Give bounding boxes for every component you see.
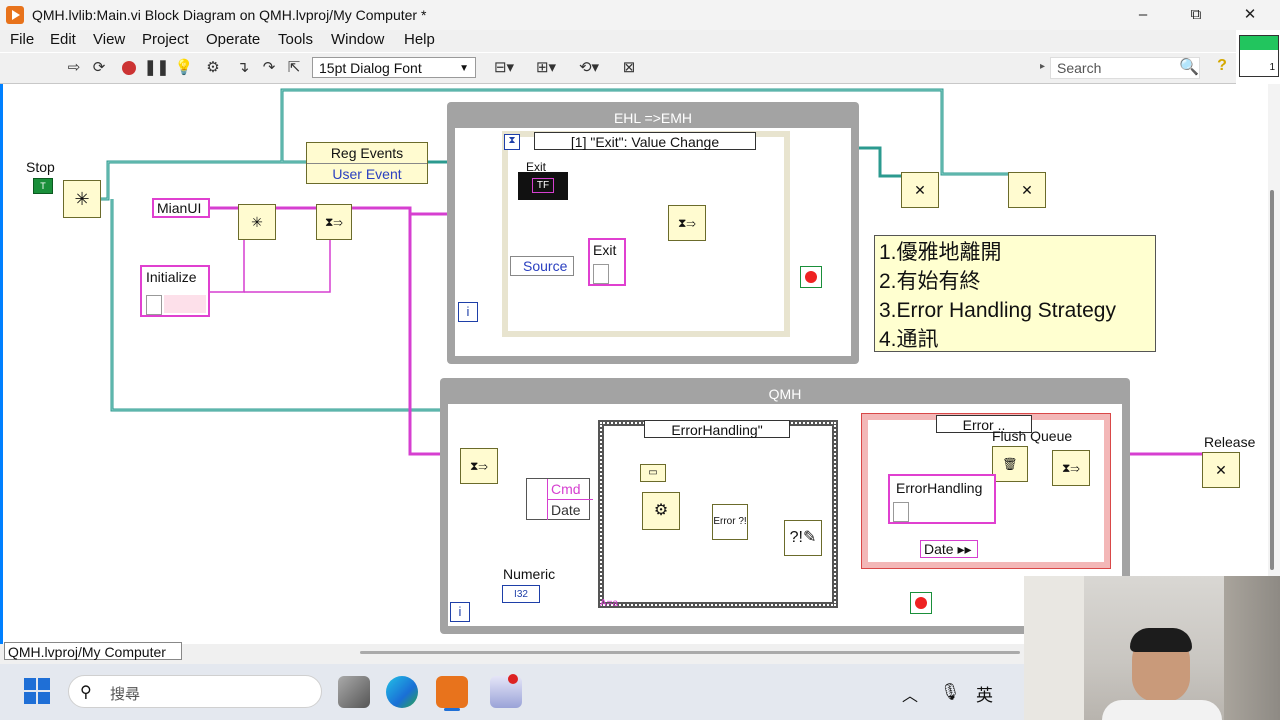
labview-taskbar-icon[interactable]	[436, 676, 468, 708]
menu-window[interactable]: Window	[331, 31, 384, 48]
stop-boolean-terminal[interactable]: T	[33, 178, 53, 194]
numeric-indicator[interactable]: I32	[502, 585, 540, 603]
window-title: QMH.lvlib:Main.vi Block Diagram on QMH.l…	[32, 7, 427, 23]
destroy-user-event-node[interactable]: ✕	[1008, 172, 1046, 208]
chevron-up-icon[interactable]: ︿	[902, 682, 918, 706]
stop-label: Stop	[26, 159, 55, 175]
step-out-icon[interactable]: ⇱	[284, 58, 304, 78]
simple-error-handler-node[interactable]: Error ?!	[712, 504, 748, 540]
menu-tools[interactable]: Tools	[278, 31, 313, 48]
clear-errors-node[interactable]: ?!✎	[784, 520, 822, 556]
note-line-3: 3.Error Handling Strategy	[879, 299, 1116, 322]
font-select[interactable]: 15pt Dialog Font ▼	[312, 57, 476, 78]
minimize-button[interactable]: –	[1120, 0, 1166, 30]
menu-view[interactable]: View	[93, 31, 125, 48]
menu-file[interactable]: File	[10, 31, 34, 48]
event-case-selector[interactable]: [1] "Exit": Value Change	[534, 132, 756, 150]
flush-queue-node[interactable]: 🗑	[992, 446, 1028, 482]
help-icon[interactable]: ?	[1212, 57, 1232, 79]
release-label: Release	[1204, 434, 1256, 450]
horizontal-scrollbar[interactable]	[360, 651, 1020, 654]
highlight-execution-icon[interactable]: 💡	[174, 58, 194, 78]
active-app-indicator	[444, 708, 460, 711]
enqueue-element-node[interactable]: ⧗⇒	[316, 204, 352, 240]
run-continuous-icon[interactable]: ⟳	[89, 58, 109, 78]
project-context: QMH.lvproj/My Computer	[4, 642, 182, 660]
initialize-cluster-constant[interactable]: Initialize	[140, 265, 210, 317]
maximize-button[interactable]: ⧉	[1173, 0, 1219, 30]
note-line-1: 1.優雅地離開	[879, 241, 1002, 264]
scrollbar-thumb[interactable]	[1270, 190, 1274, 570]
cleanup-diagram-icon[interactable]: ⊠	[615, 58, 643, 78]
ehl-emh-title: EHL =>EMH	[613, 110, 693, 126]
qmh-iteration-terminal[interactable]: i	[450, 602, 470, 622]
register-for-events-node[interactable]: Reg Events User Event	[306, 142, 428, 184]
abort-icon[interactable]	[119, 58, 139, 78]
menu-operate[interactable]: Operate	[206, 31, 260, 48]
unbundle-by-name-node[interactable]: Cmd Date	[526, 478, 593, 520]
taskbar-search-box[interactable]	[68, 675, 322, 708]
search-expand-icon[interactable]: ▸	[1040, 61, 1045, 72]
error-handler-subvi[interactable]: ⚙	[642, 492, 680, 530]
bundle-date-node[interactable]: Date ▸▸	[920, 540, 978, 558]
task-view-icon[interactable]	[338, 676, 370, 708]
ehl-iteration-terminal[interactable]: i	[458, 302, 478, 322]
step-over-icon[interactable]: ↷	[259, 58, 279, 78]
search-icon[interactable]: 🔍	[1178, 57, 1200, 79]
release-queue-node[interactable]: ✕	[1202, 452, 1240, 488]
flush-queue-label: Flush Queue	[992, 428, 1073, 444]
edge-browser-icon[interactable]	[386, 676, 418, 708]
note-line-2: 2.有始有終	[879, 270, 981, 293]
vi-icon[interactable]: 1	[1239, 35, 1279, 77]
webcam-overlay	[1024, 576, 1280, 720]
taskbar-search-text: 搜尋	[110, 686, 141, 703]
menu-edit[interactable]: Edit	[50, 31, 76, 48]
qmh-loop-condition-icon[interactable]	[910, 592, 932, 614]
tick-count-node[interactable]: ▭	[640, 464, 666, 482]
menu-help[interactable]: Help	[404, 31, 435, 48]
labview-app-icon	[6, 6, 24, 24]
step-into-icon[interactable]: ↴	[233, 58, 253, 78]
qmh-title: QMH	[768, 386, 802, 402]
create-user-event-node[interactable]: ✳	[63, 180, 101, 218]
microphone-icon[interactable]: 🎙	[940, 682, 960, 702]
dequeue-element-node[interactable]: ⧗⇒	[460, 448, 498, 484]
comment-note[interactable]: 1.優雅地離開 2.有始有終 3.Error Handling Strategy…	[874, 235, 1156, 352]
retain-wire-values-icon[interactable]: ⚙	[203, 58, 223, 78]
windows-start-icon[interactable]	[24, 678, 50, 704]
run-arrow-icon[interactable]: ⇨	[64, 58, 84, 78]
pause-icon[interactable]: ❚❚	[144, 58, 169, 78]
qmh-case-selector[interactable]: ErrorHandling"	[644, 420, 790, 438]
ime-indicator[interactable]: 英	[976, 681, 993, 706]
obtain-queue-node[interactable]: ✳	[238, 204, 276, 240]
unregister-events-node[interactable]: ✕	[901, 172, 939, 208]
taskbar-search-icon: ⚲	[80, 684, 92, 701]
note-line-4: 4.通訊	[879, 328, 939, 351]
errorhandling-cluster-constant[interactable]: ErrorHandling	[888, 474, 996, 524]
reorder-icon[interactable]: ⟲▾	[575, 58, 603, 78]
mianui-constant[interactable]: MianUI	[152, 198, 210, 218]
numeric-label: Numeric	[503, 566, 556, 582]
align-objects-icon[interactable]: ⊟▾	[490, 58, 518, 78]
close-button[interactable]: ✕	[1227, 0, 1273, 30]
recording-badge-icon	[508, 674, 518, 684]
distribute-objects-icon[interactable]: ⊞▾	[532, 58, 560, 78]
enqueue-error-node[interactable]: ⧗⇒	[1052, 450, 1090, 486]
exit-cluster-constant[interactable]: Exit	[588, 238, 626, 286]
ehl-loop-condition-icon[interactable]	[800, 266, 822, 288]
menu-project[interactable]: Project	[142, 31, 189, 48]
source-event-data[interactable]: Source	[510, 256, 574, 276]
timeout-terminal[interactable]: ⧗	[504, 134, 520, 150]
shift-register-label: A=a	[600, 598, 619, 609]
enqueue-exit-node[interactable]: ⧗⇒	[668, 205, 706, 241]
exit-boolean-reference[interactable]: TF	[518, 172, 568, 200]
